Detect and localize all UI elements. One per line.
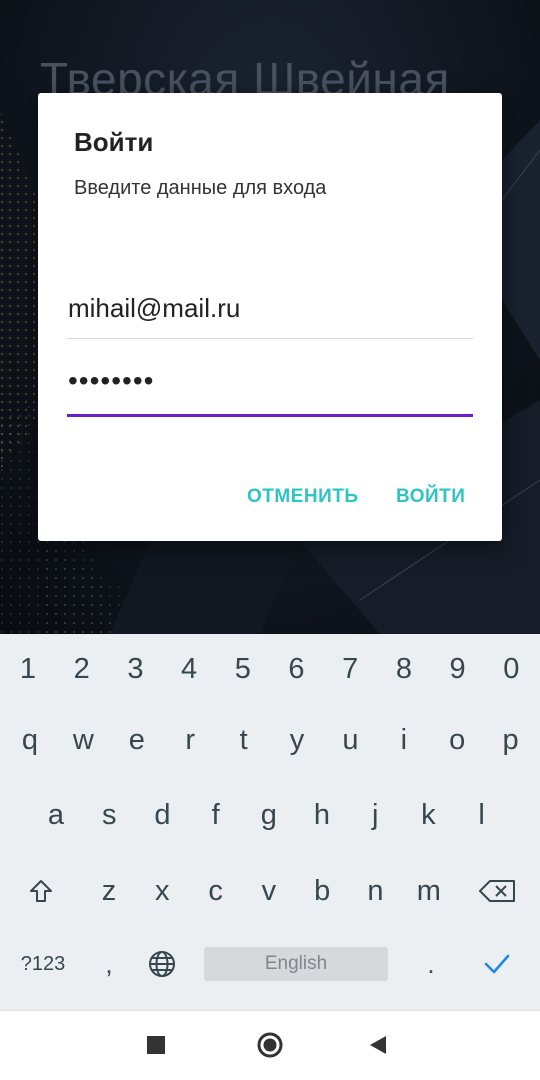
soft-keyboard: 1234567890 qwertyuiop asdfghjkl zxcvbnm … (0, 634, 540, 1010)
email-value: mihail@mail.ru (68, 293, 241, 323)
letter-key-q[interactable]: q (5, 710, 55, 770)
number-key-1[interactable]: 1 (3, 639, 53, 699)
recents-icon[interactable] (147, 1036, 165, 1054)
letter-key-a[interactable]: a (31, 785, 81, 845)
backspace-key[interactable] (470, 861, 526, 921)
letter-row-1: qwertyuiop (0, 710, 540, 770)
letter-key-d[interactable]: d (137, 785, 187, 845)
letter-key-v[interactable]: v (244, 861, 294, 921)
number-key-7[interactable]: 7 (325, 639, 375, 699)
letter-key-p[interactable]: p (486, 710, 536, 770)
number-key-9[interactable]: 9 (433, 639, 483, 699)
language-key[interactable] (142, 947, 182, 981)
letter-key-k[interactable]: k (403, 785, 453, 845)
letter-key-g[interactable]: g (244, 785, 294, 845)
letter-key-o[interactable]: o (432, 710, 482, 770)
letter-row-2: asdfghjkl (0, 785, 540, 845)
number-row: 1234567890 (0, 639, 540, 699)
number-key-0[interactable]: 0 (486, 639, 536, 699)
letter-key-m[interactable]: m (404, 861, 454, 921)
number-key-4[interactable]: 4 (164, 639, 214, 699)
letter-key-u[interactable]: u (325, 710, 375, 770)
letter-key-l[interactable]: l (457, 785, 507, 845)
number-key-5[interactable]: 5 (218, 639, 268, 699)
password-value: •••••••• (68, 365, 155, 396)
period-key[interactable]: . (416, 947, 446, 981)
dialog-message: Введите данные для входа (74, 177, 327, 199)
letter-key-b[interactable]: b (297, 861, 347, 921)
login-button[interactable]: ВОЙТИ (396, 486, 465, 508)
enter-key[interactable] (474, 947, 520, 981)
login-dialog: Войти Введите данные для входа mihail@ma… (38, 93, 502, 541)
password-field[interactable]: •••••••• (67, 357, 473, 417)
backspace-icon (479, 880, 515, 902)
letter-row-3: zxcvbnm (0, 861, 540, 921)
letter-key-t[interactable]: t (219, 710, 269, 770)
shift-icon (30, 880, 52, 902)
letter-key-w[interactable]: w (58, 710, 108, 770)
letter-key-j[interactable]: j (350, 785, 400, 845)
letter-key-n[interactable]: n (351, 861, 401, 921)
letter-key-y[interactable]: y (272, 710, 322, 770)
letter-key-i[interactable]: i (379, 710, 429, 770)
symbols-key[interactable]: ?123 (14, 947, 72, 981)
email-field[interactable]: mihail@mail.ru (67, 281, 473, 339)
letter-key-e[interactable]: e (112, 710, 162, 770)
back-icon[interactable] (368, 1035, 388, 1055)
navigation-bar (0, 1010, 540, 1080)
number-key-6[interactable]: 6 (272, 639, 322, 699)
number-key-8[interactable]: 8 (379, 639, 429, 699)
home-icon[interactable] (256, 1031, 284, 1059)
space-key[interactable]: English (204, 947, 388, 981)
letter-key-c[interactable]: c (191, 861, 241, 921)
dialog-title: Войти (74, 127, 154, 157)
letter-key-h[interactable]: h (297, 785, 347, 845)
cancel-button[interactable]: ОТМЕНИТЬ (247, 486, 359, 508)
comma-key[interactable]: , (94, 947, 124, 981)
globe-icon (149, 951, 175, 977)
shift-key[interactable] (14, 861, 68, 921)
letter-key-z[interactable]: z (84, 861, 134, 921)
letter-key-s[interactable]: s (84, 785, 134, 845)
letter-key-x[interactable]: x (137, 861, 187, 921)
number-key-2[interactable]: 2 (57, 639, 107, 699)
letter-key-r[interactable]: r (165, 710, 215, 770)
check-icon (484, 954, 510, 974)
number-key-3[interactable]: 3 (110, 639, 160, 699)
letter-key-f[interactable]: f (191, 785, 241, 845)
